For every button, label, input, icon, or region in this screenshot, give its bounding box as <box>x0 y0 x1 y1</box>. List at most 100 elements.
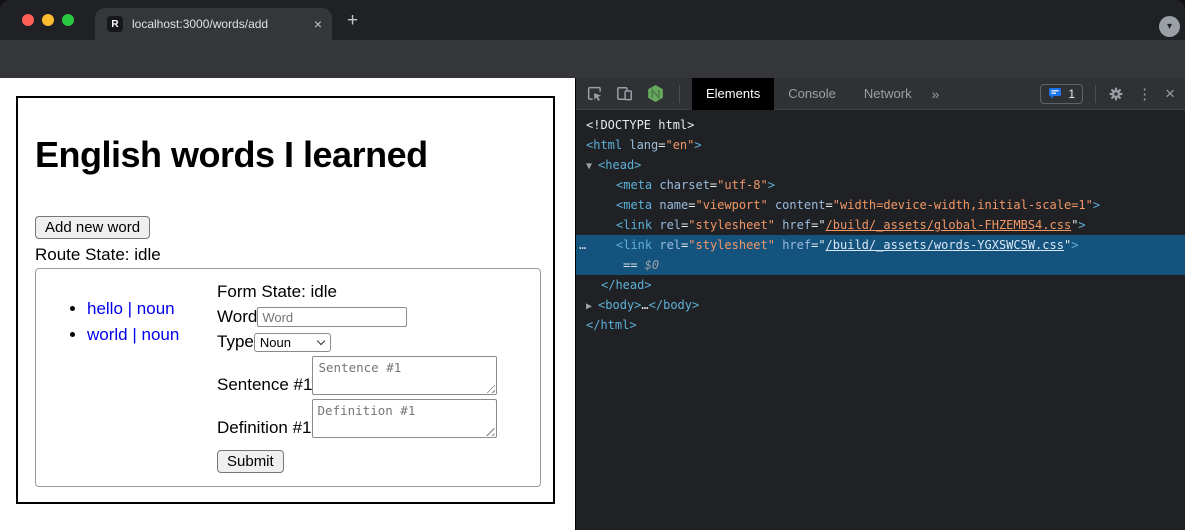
devtools-menu-icon[interactable]: ⋮ <box>1137 85 1152 103</box>
page-title: English words I learned <box>35 134 536 176</box>
code-token: "en" <box>665 138 694 152</box>
code-token: name <box>652 198 688 212</box>
code-line[interactable]: ▶ <body>…</body> <box>576 295 1185 315</box>
disclosure-arrow-icon[interactable]: ▶ <box>586 301 598 312</box>
add-word-form: Form State: idle Word TypeNoun Sentence … <box>217 269 497 486</box>
tab-network[interactable]: Network <box>850 78 926 110</box>
code-token: content <box>768 198 826 212</box>
definition-textarea[interactable] <box>312 399 497 438</box>
code-token: > <box>1093 198 1100 212</box>
words-panel: hello | noun world | noun Form State: id… <box>35 268 541 487</box>
code-token: <link <box>616 238 652 252</box>
code-token: <head> <box>598 158 641 172</box>
submit-button[interactable]: Submit <box>217 450 284 473</box>
definition-label: Definition #1 <box>217 418 312 438</box>
code-token: rel <box>652 238 681 252</box>
type-select-wrap: Noun <box>254 332 331 352</box>
browser-window: R localhost:3000/words/add × + ▾ ← → ↻ i… <box>0 0 1185 530</box>
code-token: = <box>826 198 833 212</box>
tab-close-icon[interactable]: × <box>314 17 322 31</box>
devtools-toolbar: Elements Console Network » 1 <box>576 78 1185 110</box>
code-token: "viewport" <box>695 198 767 212</box>
code-token: > <box>694 138 701 152</box>
more-tabs-icon[interactable]: » <box>932 86 940 102</box>
code-token: "stylesheet" <box>688 238 775 252</box>
tab-console[interactable]: Console <box>774 78 850 110</box>
tab-search-chevron-icon[interactable]: ▾ <box>1159 16 1180 37</box>
code-token: $0 <box>645 258 659 272</box>
code-token: "width=device-width,initial-scale=1" <box>833 198 1093 212</box>
extension-hexagon-icon[interactable] <box>646 84 665 103</box>
close-window-button[interactable] <box>22 14 34 26</box>
code-token: <body> <box>598 298 641 312</box>
code-line[interactable]: <link rel="stylesheet" href="/build/_ass… <box>576 215 1185 235</box>
dom-tree: <!DOCTYPE html><html lang="en">▼ <head><… <box>576 110 1185 335</box>
code-token: /build/_assets/global-FHZEMBS4.css <box>826 218 1072 232</box>
code-token: =" <box>811 218 825 232</box>
code-line[interactable]: </head> <box>576 275 1185 295</box>
app-container: English words I learned Add new word Rou… <box>16 96 555 504</box>
code-token: href <box>775 218 811 232</box>
code-line[interactable]: </html> <box>576 315 1185 335</box>
code-token: == <box>623 258 645 272</box>
devtools-close-icon[interactable]: × <box>1165 84 1175 104</box>
code-line[interactable]: <meta name="viewport" content="width=dev… <box>576 195 1185 215</box>
device-toolbar-icon[interactable] <box>616 85 633 102</box>
code-token: lang <box>622 138 658 152</box>
web-page: English words I learned Add new word Rou… <box>0 78 575 530</box>
toolbar-divider <box>1095 85 1096 103</box>
tab-title: localhost:3000/words/add <box>132 17 268 31</box>
settings-gear-icon[interactable] <box>1108 86 1124 102</box>
code-line[interactable]: <html lang="en"> <box>576 135 1185 155</box>
code-token: </body> <box>649 298 700 312</box>
toolbar-divider <box>679 85 680 103</box>
issues-bubble-icon <box>1048 87 1062 100</box>
word-link-hello[interactable]: hello | noun <box>87 299 175 318</box>
list-item: world | noun <box>87 322 217 348</box>
code-token: href <box>775 238 811 252</box>
code-token: /build/_assets/words-YGXSWCSW.css <box>826 238 1064 252</box>
type-label: Type <box>217 332 254 352</box>
code-token: "stylesheet" <box>688 218 775 232</box>
list-item: hello | noun <box>87 296 217 322</box>
code-line[interactable]: ▼ <head> <box>576 155 1185 175</box>
disclosure-arrow-icon[interactable]: ▼ <box>586 161 598 172</box>
route-state-text: Route State: idle <box>35 245 536 265</box>
word-input[interactable] <box>257 307 407 327</box>
code-token: > <box>768 178 775 192</box>
code-token: <html <box>586 138 622 152</box>
sentence-label: Sentence #1 <box>217 375 312 395</box>
devtools-panel: Elements Console Network » 1 <box>575 78 1185 530</box>
inspect-element-icon[interactable] <box>586 85 603 102</box>
code-line[interactable]: <!DOCTYPE html> <box>576 115 1185 135</box>
code-token: <meta <box>616 198 652 212</box>
code-token: charset <box>652 178 710 192</box>
code-token: =" <box>811 238 825 252</box>
code-line[interactable]: <meta charset="utf-8"> <box>576 175 1185 195</box>
code-token: <link <box>616 218 652 232</box>
code-token: rel <box>652 218 681 232</box>
more-actions-icon[interactable]: … <box>579 235 586 255</box>
remix-favicon-icon: R <box>107 16 123 32</box>
code-token: <meta <box>616 178 652 192</box>
add-new-word-button[interactable]: Add new word <box>35 216 150 239</box>
type-select[interactable]: Noun <box>254 333 331 352</box>
code-line[interactable]: == $0 <box>576 255 1185 275</box>
word-list: hello | noun world | noun <box>36 296 217 348</box>
tab-elements[interactable]: Elements <box>692 78 774 110</box>
code-token: <!DOCTYPE html> <box>586 118 694 132</box>
form-state-text: Form State: idle <box>217 282 497 302</box>
code-token: </html> <box>586 318 637 332</box>
minimize-window-button[interactable] <box>42 14 54 26</box>
code-token: </head> <box>601 278 652 292</box>
zoom-window-button[interactable] <box>62 14 74 26</box>
code-line[interactable]: …<link rel="stylesheet" href="/build/_as… <box>576 235 1185 255</box>
issues-counter[interactable]: 1 <box>1040 84 1083 104</box>
code-token: … <box>641 298 648 312</box>
sentence-textarea[interactable] <box>312 356 497 395</box>
browser-toolbar: ← → ↻ i localhost:3000/words/add ☆ Incog… <box>0 40 1185 78</box>
browser-tab[interactable]: R localhost:3000/words/add × <box>95 8 332 40</box>
word-link-world[interactable]: world | noun <box>87 325 179 344</box>
new-tab-button[interactable]: + <box>347 10 358 32</box>
tab-strip: R localhost:3000/words/add × + ▾ <box>0 0 1185 40</box>
